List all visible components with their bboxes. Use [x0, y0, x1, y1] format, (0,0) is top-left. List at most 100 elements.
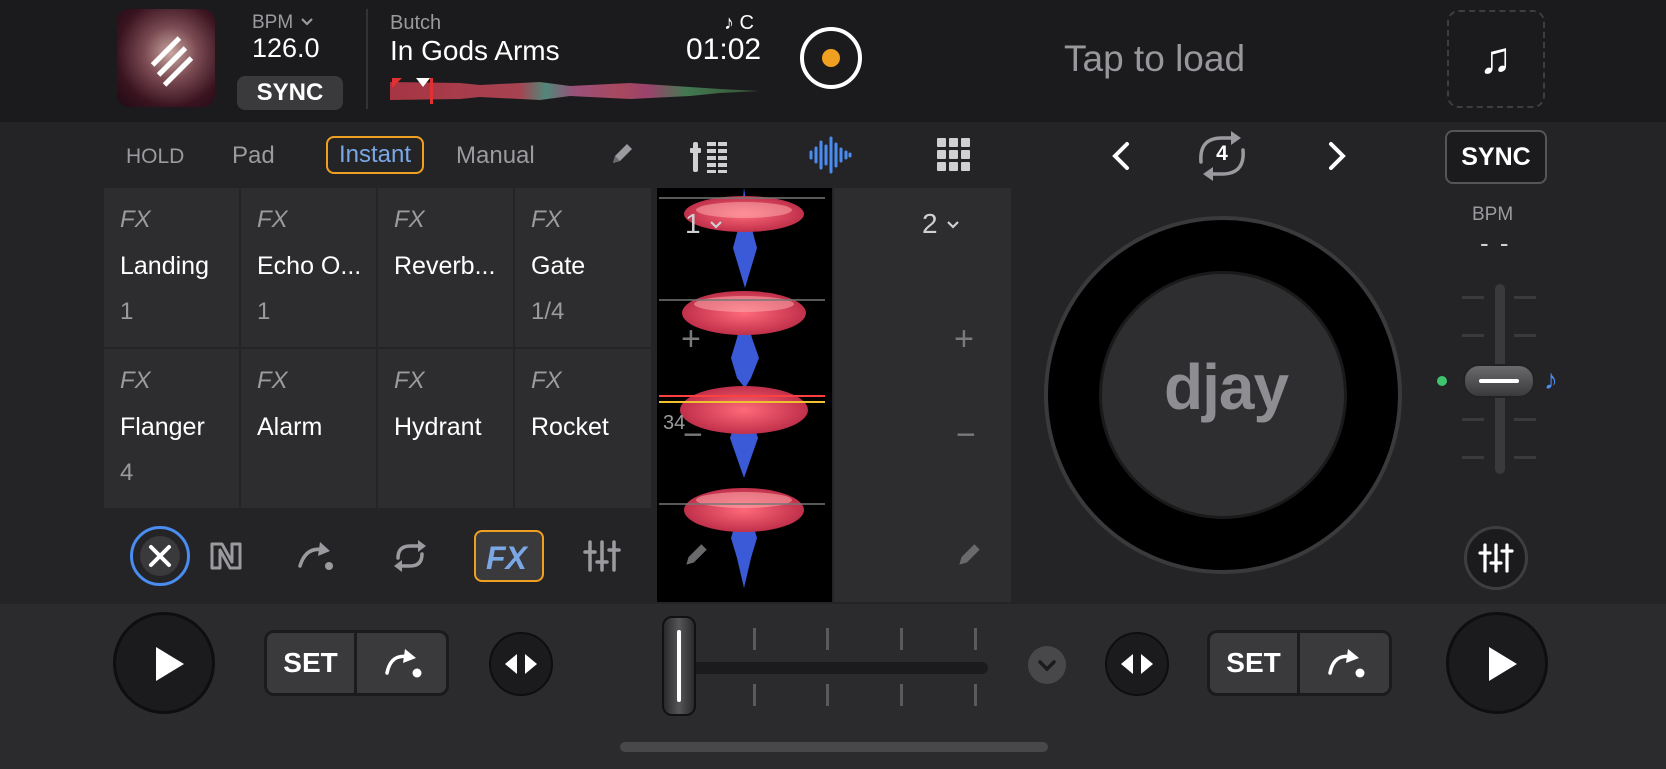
mode-hold[interactable]: HOLD — [126, 145, 184, 169]
fx-tag: FX — [120, 206, 151, 233]
turntable-platter[interactable]: djay — [1044, 216, 1402, 574]
deck1-bpm-label[interactable]: BPM — [252, 12, 293, 34]
deck1-minus-button[interactable]: − — [683, 416, 703, 455]
chevron-down-icon[interactable] — [709, 218, 723, 232]
pitch-tick — [1462, 418, 1484, 421]
deck2-play-button[interactable] — [1446, 612, 1548, 714]
fx-value: 4 — [120, 459, 134, 486]
mixer-view-icon[interactable] — [689, 134, 731, 176]
beat-number: 34 — [663, 412, 686, 434]
track-title: In Gods Arms — [390, 35, 560, 66]
platter-label: djay — [1099, 271, 1347, 519]
crossfader[interactable] — [660, 610, 1000, 716]
deck1-plus-button[interactable]: + — [681, 320, 701, 359]
fx-pad[interactable]: FX Reverb... — [378, 188, 513, 347]
play-icon — [156, 647, 184, 681]
deck2-eq-button[interactable] — [1464, 526, 1528, 590]
track-overview-waveform[interactable] — [390, 78, 760, 104]
chevron-right-icon[interactable] — [1317, 136, 1357, 176]
chevron-down-icon — [1038, 660, 1056, 672]
loop-icon[interactable] — [390, 536, 430, 576]
mode-instant[interactable]: Instant — [326, 136, 424, 174]
fx-value: 1/4 — [531, 298, 565, 325]
deck2-bpm-value: - - — [1480, 228, 1511, 258]
pitch-tick — [1514, 334, 1536, 337]
deck2-jump-cue-button[interactable] — [1302, 633, 1390, 693]
play-icon — [1489, 647, 1517, 681]
home-indicator[interactable] — [620, 742, 1048, 752]
album-artwork[interactable] — [117, 9, 215, 107]
track-key: ♪ C — [724, 12, 754, 34]
fx-mode-label: FX — [486, 540, 527, 576]
close-fx-button[interactable] — [130, 526, 190, 586]
waveform-view-icon[interactable] — [807, 134, 853, 176]
deck2-set-cue-button[interactable]: SET — [1210, 633, 1300, 693]
fx-pad[interactable]: FX Flanger 4 — [104, 349, 239, 508]
fx-name: Flanger — [120, 413, 205, 441]
crossfader-tick — [826, 684, 829, 706]
fx-mode-button[interactable]: FX — [474, 530, 544, 582]
crossfader-track[interactable] — [678, 662, 988, 674]
deck2-minus-button[interactable]: − — [956, 416, 976, 455]
crossfader-handle-line — [677, 630, 681, 702]
pencil-icon[interactable] — [954, 540, 984, 570]
pitch-slider-handle[interactable] — [1463, 364, 1535, 398]
fx-name: Gate — [531, 252, 586, 280]
deck2-cue-group: SET — [1207, 630, 1392, 696]
deck1-waveform[interactable]: 1 + 34 − — [657, 188, 832, 602]
chevron-left-icon[interactable] — [1101, 136, 1141, 176]
deck2-sync-button[interactable]: SYNC — [1445, 130, 1547, 184]
eq-sliders-icon[interactable] — [582, 536, 622, 576]
deck2-bpm-label: BPM — [1472, 204, 1514, 225]
fx-tag: FX — [120, 367, 151, 394]
pads-grid-icon[interactable] — [933, 134, 975, 176]
crossfader-options-button[interactable] — [1028, 646, 1066, 684]
record-button[interactable] — [800, 27, 862, 89]
fx-mode-bar: HOLD Pad Instant Manual — [104, 124, 651, 186]
chevron-down-icon[interactable] — [946, 218, 960, 232]
music-library-button[interactable]: ♫ — [1447, 10, 1545, 108]
fx-value: 1 — [120, 298, 134, 325]
key-lock-icon[interactable]: ♪ — [1544, 364, 1558, 396]
fx-pad[interactable]: FX Hydrant — [378, 349, 513, 508]
fx-pad[interactable]: FX Echo O... 1 — [241, 188, 376, 347]
deck2-plus-button[interactable]: + — [954, 320, 974, 359]
deck1-nudge-button[interactable] — [489, 632, 553, 696]
fx-pad[interactable]: FX Gate 1/4 — [515, 188, 651, 347]
fx-name: Landing — [120, 252, 209, 280]
divider — [366, 9, 368, 109]
mode-manual[interactable]: Manual — [456, 142, 535, 170]
neural-mix-icon[interactable] — [206, 536, 246, 576]
pencil-icon[interactable] — [608, 140, 636, 168]
pencil-icon[interactable] — [681, 540, 711, 570]
fx-name: Alarm — [257, 413, 323, 441]
fx-pad[interactable]: FX Landing 1 — [104, 188, 239, 347]
transport-bar: SET SET — [0, 604, 1666, 769]
track-time: 01:02 — [686, 33, 762, 66]
deck2-nudge-button[interactable] — [1105, 632, 1169, 696]
crossfader-tick — [974, 628, 977, 650]
music-note-icon: ♫ — [1479, 34, 1512, 83]
crossfader-tick — [900, 684, 903, 706]
fx-tag: FX — [531, 367, 562, 394]
fx-tag: FX — [257, 206, 288, 233]
pitch-handle-line — [1479, 379, 1519, 383]
record-dot-icon — [822, 49, 840, 67]
fx-toolbar: FX — [104, 512, 651, 602]
deck1-select-label[interactable]: 1 — [685, 208, 701, 240]
fx-pad[interactable]: FX Rocket — [515, 349, 651, 508]
fx-pad-grid: FX Landing 1 FX Echo O... 1 FX Reverb...… — [104, 188, 651, 510]
deck2-waveform[interactable]: 2 + − — [834, 188, 1011, 602]
deck1-set-cue-button[interactable]: SET — [267, 633, 357, 693]
deck1-sync-button[interactable]: SYNC — [237, 76, 343, 110]
deck1-jump-cue-button[interactable] — [359, 633, 447, 693]
fx-pad[interactable]: FX Alarm — [241, 349, 376, 508]
deck2-select-label[interactable]: 2 — [922, 208, 938, 240]
mode-pad[interactable]: Pad — [232, 142, 275, 170]
deck2-load-prompt[interactable]: Tap to load — [1064, 38, 1245, 80]
crossfader-handle[interactable] — [662, 616, 696, 716]
fx-name: Echo O... — [257, 252, 362, 280]
chevron-down-icon[interactable] — [300, 15, 314, 29]
deck1-play-button[interactable] — [113, 612, 215, 714]
jump-cue-icon[interactable] — [296, 536, 336, 576]
